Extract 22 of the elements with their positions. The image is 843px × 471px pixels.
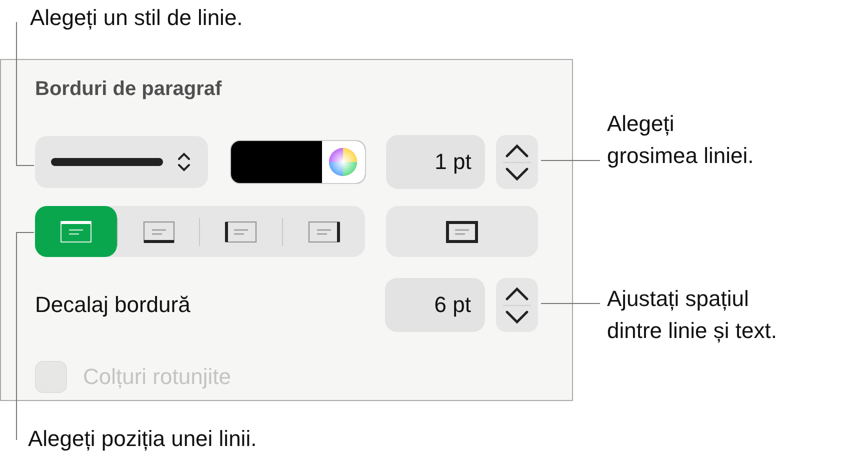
border-right-icon: [308, 220, 340, 242]
callout-text: Alegeți poziția unei linii.: [28, 425, 257, 453]
stepper[interactable]: [496, 135, 538, 189]
up-down-chevron-icon: [176, 151, 192, 173]
line-width-field[interactable]: 1 pt: [386, 135, 486, 189]
color-wheel-icon: [328, 147, 358, 177]
border-box-icon: [446, 220, 478, 242]
callout-text: Alegeți grosimea liniei.: [607, 110, 754, 170]
leader-line: [540, 160, 600, 161]
box-border-button[interactable]: [386, 206, 538, 257]
color-well[interactable]: [230, 140, 366, 184]
offset-field[interactable]: 6 pt: [385, 278, 485, 332]
stepper[interactable]: [496, 278, 538, 332]
line-style-popup[interactable]: [35, 136, 208, 188]
offset-label: Decalaj bordură: [35, 292, 192, 318]
callout-text: Ajustați spațiul dintre linie și text.: [607, 285, 777, 345]
border-left-icon: [225, 220, 258, 242]
border-top-icon: [60, 220, 92, 242]
section-title: Borduri de paragraf: [35, 77, 223, 102]
border-bottom-icon: [142, 220, 175, 242]
callout-text: Alegeți un stil de linie.: [30, 4, 243, 32]
leader-line: [540, 303, 600, 304]
